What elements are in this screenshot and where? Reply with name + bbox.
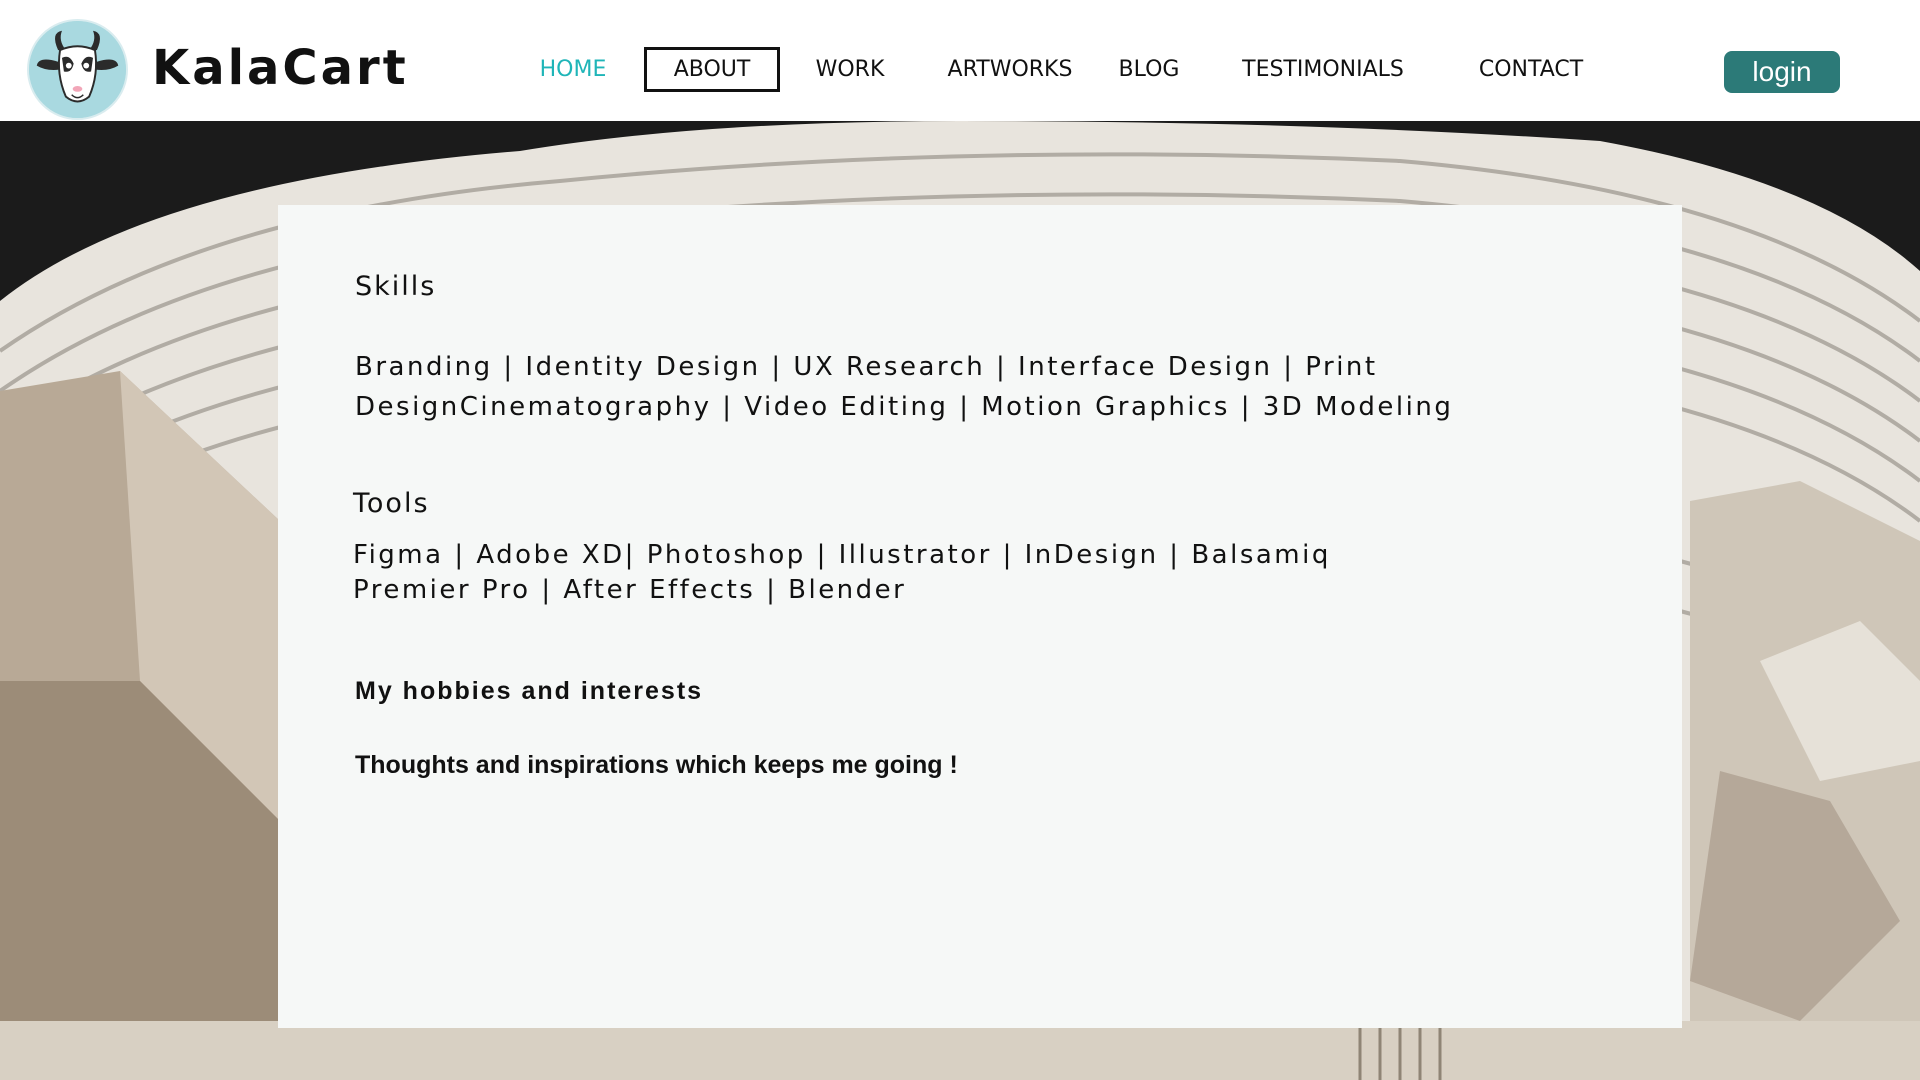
skills-heading: Skills <box>355 271 437 302</box>
login-button[interactable]: login <box>1724 51 1840 93</box>
nav-contact[interactable]: CONTACT <box>1470 47 1592 92</box>
tools-line-1: Figma | Adobe XD| Photoshop | Illustrato… <box>353 540 1331 570</box>
nav-work[interactable]: WORK <box>800 47 900 92</box>
skills-line-1: Branding | Identity Design | UX Research… <box>355 352 1378 382</box>
nav-blog[interactable]: BLOG <box>1108 47 1190 92</box>
skills-line-2: DesignCinematography | Video Editing | M… <box>355 392 1454 422</box>
nav-home[interactable]: HOME <box>526 47 620 92</box>
main-nav: HOME ABOUT WORK ARTWORKS BLOG TESTIMONIA… <box>0 0 1920 121</box>
inspiration-quote: Thoughts and inspirations which keeps me… <box>355 751 958 779</box>
nav-testimonials[interactable]: TESTIMONIALS <box>1226 47 1420 92</box>
nav-about[interactable]: ABOUT <box>644 47 780 92</box>
tools-heading: Tools <box>353 488 430 519</box>
hobbies-heading: My hobbies and interests <box>355 677 704 705</box>
tools-line-2: Premier Pro | After Effects | Blender <box>353 575 907 605</box>
site-header: KalaCart HOME ABOUT WORK ARTWORKS BLOG T… <box>0 0 1920 121</box>
nav-artworks[interactable]: ARTWORKS <box>938 47 1082 92</box>
about-content-panel: Skills Branding | Identity Design | UX R… <box>278 205 1682 1028</box>
